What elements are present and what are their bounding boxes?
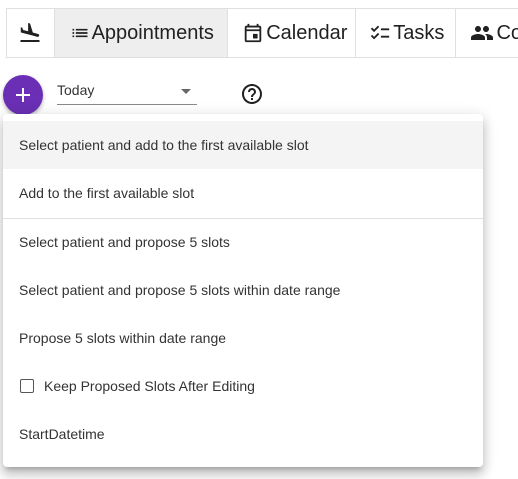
tab-calendar-label: Calendar xyxy=(266,21,348,44)
tab-tasks[interactable]: Tasks xyxy=(356,9,457,57)
tab-contacts-label: Co xyxy=(496,21,518,44)
tab-appointments-label: Appointments xyxy=(91,21,214,44)
menu-item-label: Select patient and propose 5 slots xyxy=(19,234,230,250)
chevron-down-icon xyxy=(181,89,191,94)
list-icon xyxy=(72,28,88,38)
calendar-icon xyxy=(244,23,262,43)
people-icon xyxy=(471,26,494,40)
tab-bar: Appointments Calendar Tasks Co xyxy=(6,8,518,58)
menu-item-select-patient-propose-slots[interactable]: Select patient and propose 5 slots xyxy=(3,218,483,266)
menu-item-label: Propose 5 slots within date range xyxy=(19,330,227,346)
menu-item-label: Keep Proposed Slots After Editing xyxy=(44,378,255,394)
tab-contacts[interactable]: Co xyxy=(456,9,518,57)
add-appointment-button[interactable] xyxy=(3,75,43,115)
add-appointment-menu: Select patient and add to the first avai… xyxy=(3,114,483,467)
date-filter-value: Today xyxy=(57,82,95,98)
menu-item-start-datetime[interactable]: StartDatetime xyxy=(3,410,483,458)
help-circle-icon xyxy=(242,84,262,104)
menu-item-first-slot[interactable]: Add to the first available slot xyxy=(3,169,483,217)
tab-tasks-label: Tasks xyxy=(393,21,445,44)
checklist-icon xyxy=(371,25,390,40)
menu-item-propose-slots-range[interactable]: Propose 5 slots within date range xyxy=(3,314,483,362)
flight-land-icon xyxy=(20,23,40,42)
menu-item-keep-proposed-slots[interactable]: Keep Proposed Slots After Editing xyxy=(3,362,483,410)
help-button[interactable] xyxy=(240,82,264,106)
menu-item-label: Select patient and add to the first avai… xyxy=(19,137,309,153)
keep-proposed-slots-checkbox[interactable] xyxy=(20,379,34,393)
menu-item-label: StartDatetime xyxy=(19,426,105,442)
app-page: Appointments Calendar Tasks Co Today Sel… xyxy=(0,0,518,479)
menu-item-select-patient-propose-slots-range[interactable]: Select patient and propose 5 slots withi… xyxy=(3,266,483,314)
menu-item-label: Add to the first available slot xyxy=(19,185,195,201)
plus-icon xyxy=(16,88,30,102)
menu-item-label: Select patient and propose 5 slots withi… xyxy=(19,282,341,298)
tab-calendar[interactable]: Calendar xyxy=(228,9,357,57)
tab-arrivals[interactable] xyxy=(7,9,55,57)
date-filter-select[interactable]: Today xyxy=(57,78,197,105)
tab-appointments[interactable]: Appointments xyxy=(54,9,229,57)
menu-item-select-patient-first-slot[interactable]: Select patient and add to the first avai… xyxy=(3,121,483,169)
